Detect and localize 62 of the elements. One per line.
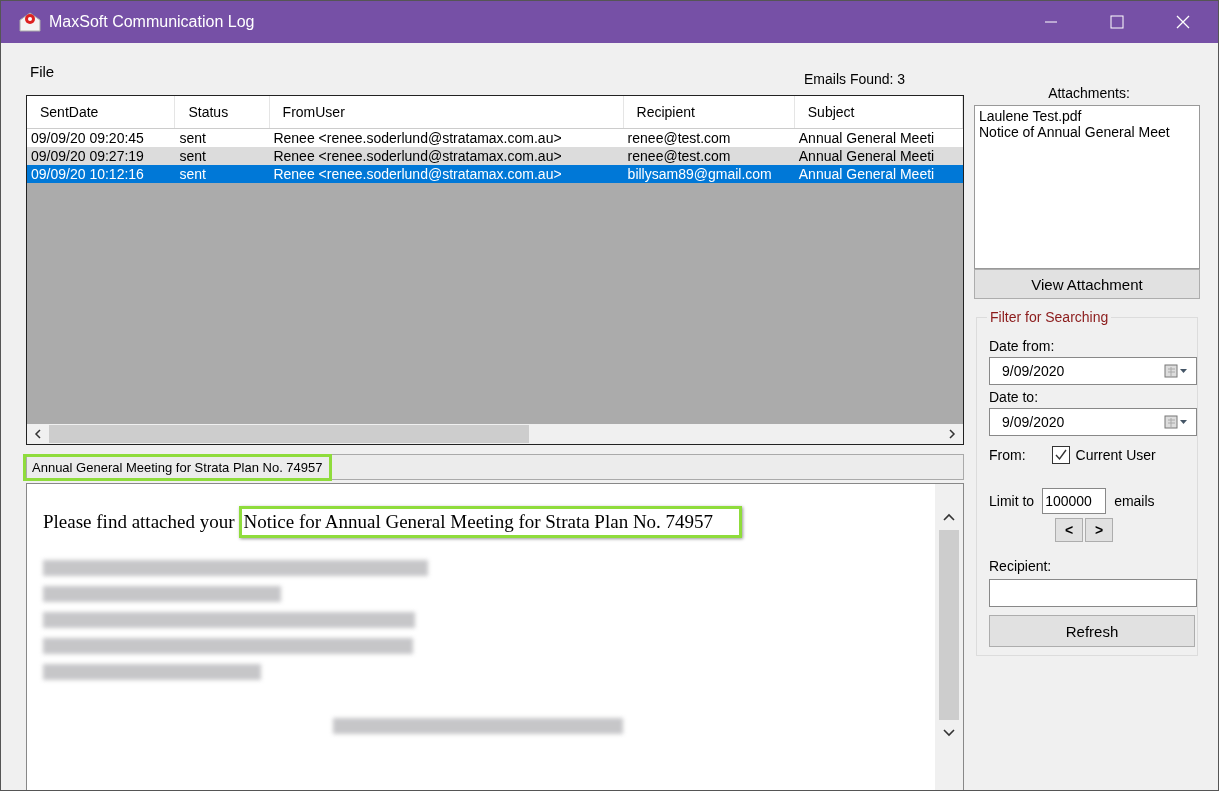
table-cell-text: sent <box>178 147 207 165</box>
table-row[interactable]: 09/09/20 10:12:16 sent Renee <renee.soderlund@stratamax.com.au> billysam89@gmail.com Annual General Meeti <box>27 165 963 183</box>
refresh-button[interactable]: Refresh <box>989 615 1195 647</box>
scroll-thumb[interactable] <box>49 425 529 443</box>
view-attachment-button[interactable]: View Attachment <box>974 269 1200 299</box>
limit-field[interactable]: 100000 <box>1042 488 1107 514</box>
table-cell-text: 09/09/20 10:12:16 <box>30 165 145 183</box>
from-label: From: <box>989 447 1026 463</box>
previous-button[interactable]: < <box>1055 518 1083 542</box>
calendar-icon[interactable] <box>1164 415 1188 429</box>
limit-label: Limit to <box>989 493 1035 509</box>
table-cell-text: billysam89@gmail.com <box>626 165 773 183</box>
horizontal-scrollbar[interactable] <box>27 424 963 444</box>
date-from-label: Date from: <box>989 338 1056 354</box>
vertical-scrollbar[interactable] <box>935 484 963 790</box>
table-cell-text: Annual General Meeti <box>797 147 936 165</box>
current-user-checkbox[interactable] <box>1051 446 1070 464</box>
attachments-label: Attachments: <box>1047 85 1131 101</box>
table-cell-text: Annual General Meeti <box>797 165 936 183</box>
table-cell-text: 09/09/20 09:27:19 <box>30 147 145 165</box>
column-header[interactable]: Subject <box>794 96 963 128</box>
table-cell-text: Renee <renee.soderlund@stratamax.com.au> <box>272 129 563 147</box>
current-user-label[interactable]: Current User <box>1075 447 1156 463</box>
scroll-thumb[interactable] <box>939 530 959 720</box>
close-icon[interactable] <box>1176 15 1190 29</box>
envelope-icon <box>19 12 41 32</box>
scroll-left-icon[interactable] <box>33 428 43 440</box>
attachment-item[interactable]: Notice of Annual General Meet <box>979 124 1195 140</box>
date-to-picker[interactable]: 9/09/2020 <box>989 408 1197 436</box>
column-header[interactable]: Status <box>175 96 270 128</box>
emails-found-count: Emails Found: 3 <box>804 71 906 87</box>
date-from-picker[interactable]: 9/09/2020 <box>989 357 1197 385</box>
table-cell-text: sent <box>178 165 207 183</box>
menu-item[interactable]: File <box>30 63 55 80</box>
scroll-up-icon[interactable] <box>942 512 956 522</box>
filter-title: Filter for Searching <box>987 309 1112 325</box>
body-text: Please find attached your <box>43 511 235 533</box>
date-to-label: Date to: <box>989 389 1040 405</box>
subject-text: Annual General Meeting for Strata Plan No. 74957 <box>23 453 332 481</box>
scroll-down-icon[interactable] <box>942 728 956 738</box>
table-row[interactable]: 09/09/20 09:27:19 sent Renee <renee.soderlund@stratamax.com.au> renee@test.com Annual General Meeti <box>27 147 963 165</box>
table-cell-text: Renee <renee.soderlund@stratamax.com.au> <box>272 147 563 165</box>
recipient-label: Recipient: <box>989 558 1053 574</box>
calendar-icon[interactable] <box>1164 364 1188 378</box>
table-cell-text: sent <box>178 129 207 147</box>
next-button[interactable]: > <box>1085 518 1113 542</box>
table-cell-text: Annual General Meeti <box>797 129 936 147</box>
column-header[interactable]: SentDate <box>27 96 176 128</box>
table-cell-text: renee@test.com <box>626 147 732 165</box>
limit-unit-label: emails <box>1114 493 1155 509</box>
window-title: MaxSoft Communication Log <box>49 13 255 31</box>
column-header[interactable]: FromUser <box>269 96 624 128</box>
maximize-icon[interactable] <box>1110 15 1124 29</box>
attachment-item[interactable]: Laulene Test.pdf <box>979 108 1195 124</box>
table-cell-text: 09/09/20 09:20:45 <box>30 129 145 147</box>
table-cell-text: renee@test.com <box>626 129 732 147</box>
table-row[interactable]: 09/09/20 09:20:45 sent Renee <renee.soderlund@stratamax.com.au> renee@test.com Annual General Meeti <box>27 129 963 147</box>
column-header[interactable]: Recipient <box>623 96 795 128</box>
recipient-field[interactable] <box>989 579 1197 607</box>
table-cell-text: Renee <renee.soderlund@stratamax.com.au> <box>272 165 563 183</box>
scroll-right-icon[interactable] <box>947 428 957 440</box>
highlighted-text: Notice for Annual General Meeting for Strata Plan No. 74957 <box>238 506 743 538</box>
